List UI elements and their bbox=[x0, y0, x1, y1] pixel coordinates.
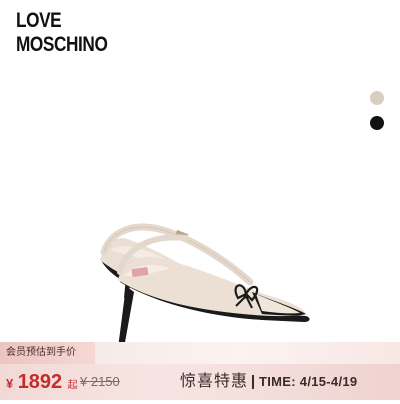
promo-time-range: TIME: 4/15-4/19 bbox=[259, 374, 358, 389]
slingback-pump-image bbox=[100, 223, 310, 350]
price-bar: ¥ 1892 起 ¥ 2150 惊喜特惠 TIME: 4/15-4/19 bbox=[0, 364, 400, 400]
member-promo-tab: 会员预估到手价 bbox=[0, 342, 400, 364]
member-price-label: 会员预估到手价 bbox=[0, 342, 95, 364]
member-price: ¥ 1892 起 bbox=[6, 364, 78, 400]
original-price: ¥ 2150 bbox=[80, 374, 120, 389]
price-suffix: 起 bbox=[67, 380, 78, 391]
divider bbox=[252, 375, 254, 389]
currency-symbol: ¥ bbox=[6, 376, 14, 391]
surprise-deal-label: 惊喜特惠 bbox=[180, 373, 249, 390]
promo-banner[interactable]: 会员预估到手价 ¥ 1892 起 ¥ 2150 惊喜特惠 TIME: 4/15-… bbox=[0, 342, 400, 400]
price-value: 1892 bbox=[17, 371, 63, 393]
